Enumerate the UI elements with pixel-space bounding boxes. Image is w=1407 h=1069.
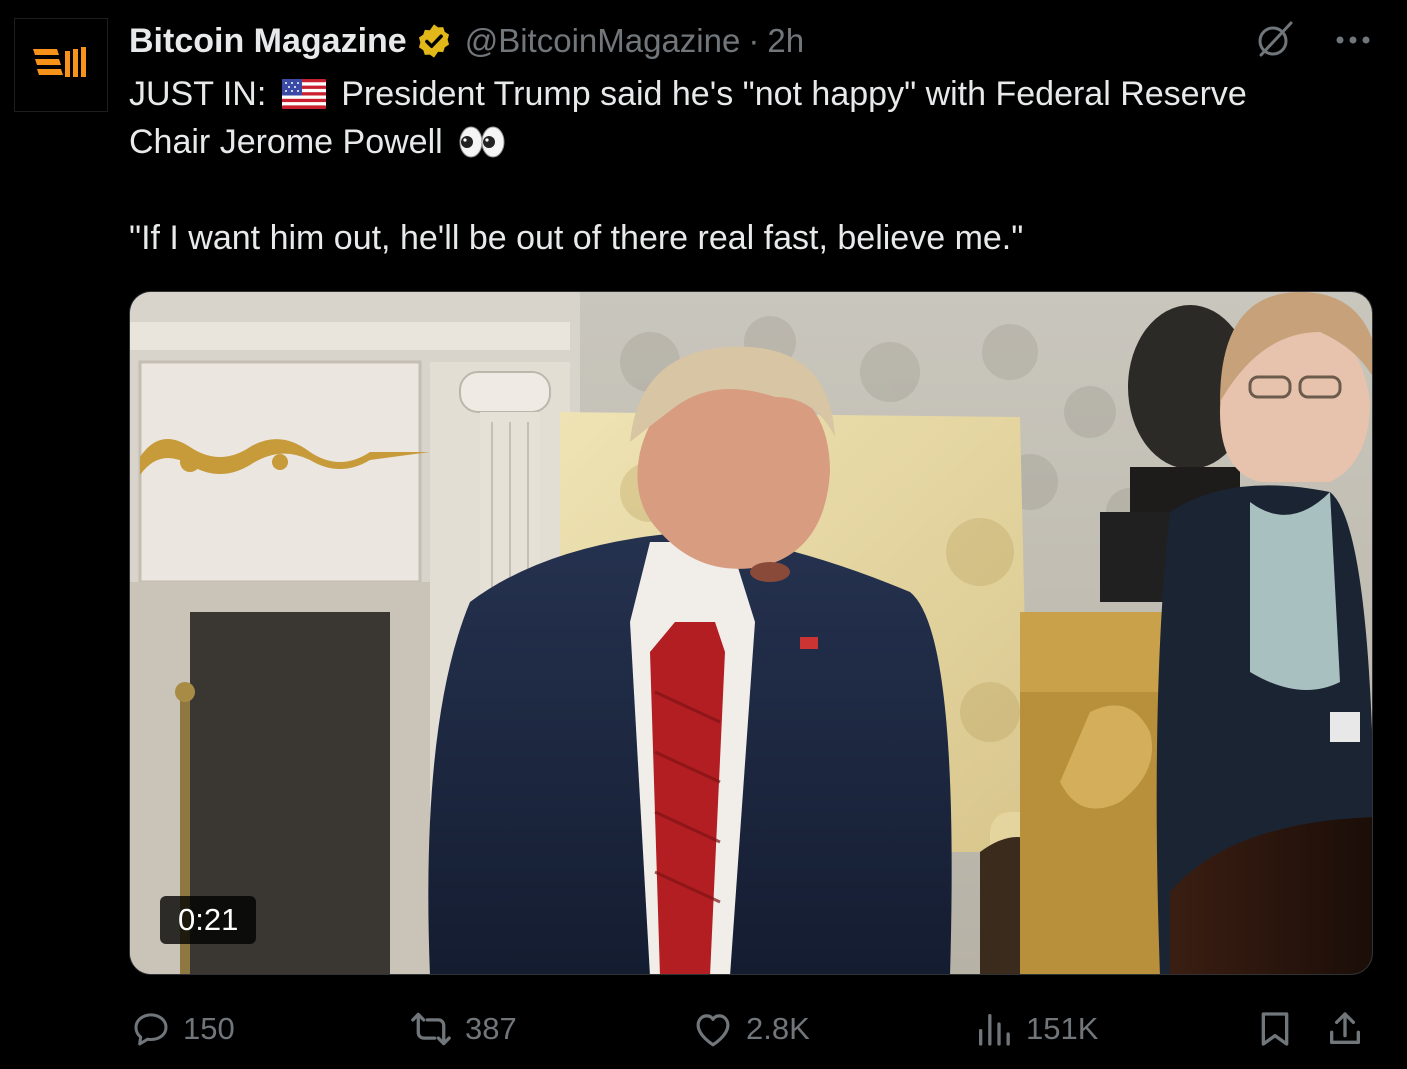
grok-icon[interactable] (1255, 19, 1295, 64)
bitcoin-magazine-logo (33, 47, 86, 77)
like-count: 2.8K (746, 1011, 810, 1046)
video-frame (130, 292, 1372, 974)
reply-button[interactable]: 150 (131, 1004, 235, 1054)
tweet-line-1: JUST IN: President Trump said he's "not … (129, 70, 1349, 118)
reply-icon (134, 1013, 168, 1046)
top-actions (1255, 18, 1371, 64)
verified-badge-icon[interactable] (415, 22, 453, 60)
repost-button[interactable]: 387 (409, 1004, 517, 1054)
bookmark-icon (1261, 1012, 1289, 1046)
tweet-prefix: JUST IN: (129, 75, 267, 113)
tweet-line-2-text: Chair Jerome Powell (129, 123, 443, 161)
timestamp[interactable]: 2h (767, 22, 804, 60)
bookmark-button[interactable] (1255, 1004, 1295, 1054)
tweet-header: Bitcoin Magazine @BitcoinMagazine · 2h (129, 18, 804, 64)
avatar[interactable] (14, 18, 108, 112)
views-button[interactable]: 151K (974, 1004, 1098, 1054)
like-icon (696, 1014, 730, 1047)
views-icon (979, 1014, 1010, 1046)
video-duration: 0:21 (160, 896, 257, 944)
tweet-quote: "If I want him out, he'll be out of ther… (129, 219, 1024, 257)
repost-count: 387 (465, 1011, 517, 1046)
reply-count: 150 (183, 1011, 235, 1046)
eyes-emoji (459, 126, 505, 158)
repost-icon (411, 1012, 451, 1046)
handle[interactable]: @BitcoinMagazine (465, 22, 741, 60)
tweet-line-2: Chair Jerome Powell (129, 118, 1349, 166)
action-bar: 150 387 2.8K 151K (129, 1004, 1373, 1054)
separator-dot: · (748, 22, 760, 59)
us-flag-emoji (281, 79, 326, 109)
more-icon[interactable] (1335, 32, 1371, 50)
tweet-text: JUST IN: President Trump said he's "not … (129, 70, 1349, 262)
display-name[interactable]: Bitcoin Magazine (129, 22, 407, 61)
share-button[interactable] (1325, 1004, 1365, 1054)
tweet-line-1-text: President Trump said he's "not happy" wi… (341, 75, 1247, 113)
video-player[interactable]: 0:21 (129, 291, 1373, 975)
tweet[interactable]: Bitcoin Magazine @BitcoinMagazine · 2h J… (0, 0, 1407, 1069)
like-button[interactable]: 2.8K (692, 1004, 810, 1054)
views-count: 151K (1026, 1011, 1099, 1046)
share-icon (1330, 1012, 1360, 1044)
